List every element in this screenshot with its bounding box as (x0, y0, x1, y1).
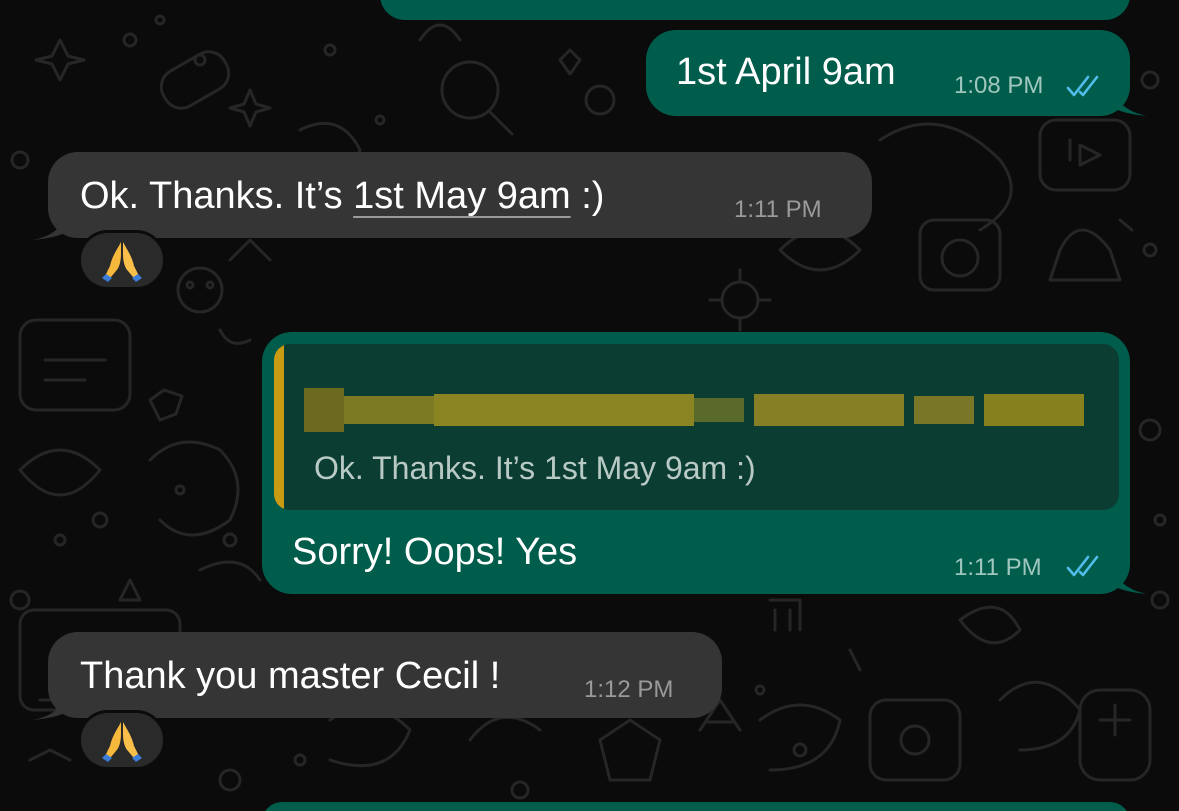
bubble-tail-incoming (30, 690, 70, 720)
message-text: Ok. Thanks. It’s 1st May 9am :) (80, 174, 604, 218)
quoted-author-redacted (304, 388, 1084, 432)
message-bubble-incoming[interactable]: Thank you master Cecil ! 1:12 PM (48, 632, 722, 718)
double-check-read-icon (1066, 74, 1104, 98)
quoted-text: Ok. Thanks. It’s 1st May 9am :) (314, 450, 756, 486)
reaction-badge[interactable] (78, 230, 166, 290)
folded-hands-emoji-icon (100, 238, 144, 282)
message-bubble-outgoing-partial[interactable] (262, 802, 1130, 811)
bubble-tail-incoming (30, 210, 70, 240)
reaction-badge[interactable] (78, 710, 166, 770)
message-text: Sorry! Oops! Yes (292, 531, 578, 573)
date-link[interactable]: 1st May 9am (353, 175, 571, 217)
message-time: 1:11 PM (954, 554, 1042, 581)
message-time: 1:08 PM (954, 72, 1044, 99)
quote-accent-bar (274, 344, 284, 510)
message-text-part: Ok. Thanks. It’s (80, 175, 354, 217)
message-bubble-incoming[interactable]: Ok. Thanks. It’s 1st May 9am :) 1:11 PM (48, 152, 872, 238)
message-time: 1:11 PM (734, 196, 822, 223)
message-text: 1st April 9am (676, 51, 896, 93)
folded-hands-emoji-icon (100, 718, 144, 762)
chat-window: 1st April 9am 1:08 PM Ok. Thanks. It’s 1… (0, 0, 1179, 811)
message-text-part: :) (570, 175, 605, 217)
message-bubble-outgoing-partial[interactable] (380, 0, 1130, 20)
quoted-message[interactable]: Ok. Thanks. It’s 1st May 9am :) (274, 344, 1119, 510)
message-time: 1:12 PM (584, 676, 674, 703)
double-check-read-icon (1066, 554, 1104, 578)
message-bubble-outgoing[interactable]: 1st April 9am 1:08 PM (646, 30, 1130, 116)
bubble-tail-outgoing (1110, 564, 1150, 594)
message-text: Thank you master Cecil ! (80, 655, 501, 697)
bubble-tail-outgoing (1110, 86, 1150, 116)
message-bubble-outgoing-reply[interactable]: Ok. Thanks. It’s 1st May 9am :) Sorry! O… (262, 332, 1130, 594)
